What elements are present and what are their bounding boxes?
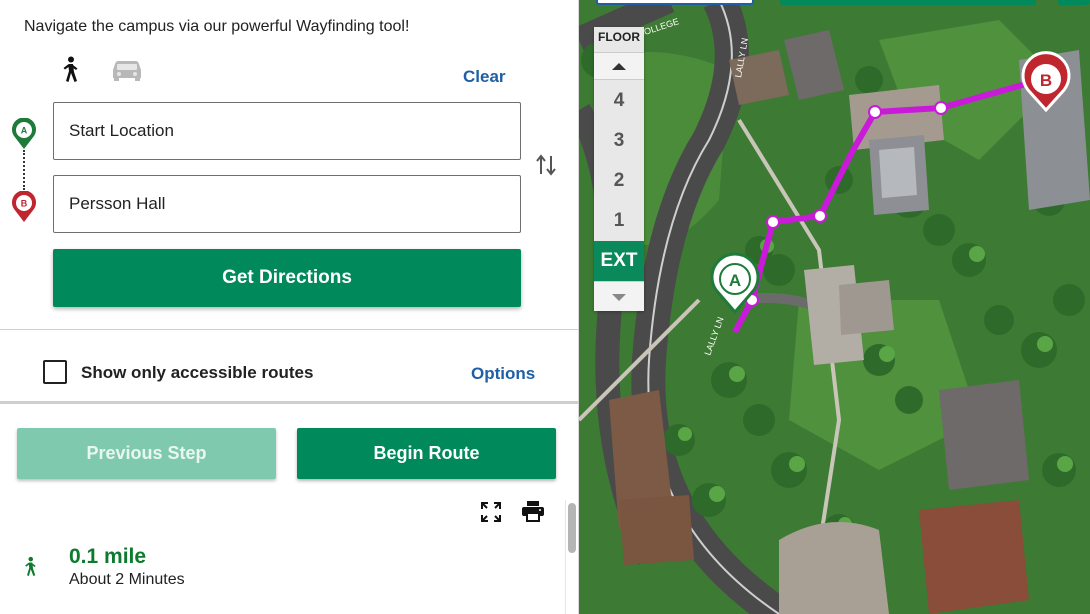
floor-up-button[interactable] bbox=[594, 52, 644, 80]
swap-direction-icon[interactable] bbox=[534, 154, 558, 176]
map-marker-a-label: A bbox=[729, 271, 741, 290]
fullscreen-icon[interactable] bbox=[480, 501, 502, 523]
floor-2[interactable]: 2 bbox=[594, 161, 644, 201]
accessible-routes-checkbox[interactable] bbox=[43, 360, 67, 384]
wayfinding-panel: Navigate the campus via our powerful Way… bbox=[0, 0, 579, 614]
print-icon[interactable] bbox=[521, 500, 545, 522]
clear-link[interactable]: Clear bbox=[463, 67, 506, 87]
start-location-input[interactable] bbox=[53, 102, 521, 160]
divider bbox=[0, 329, 579, 330]
route-duration: About 2 Minutes bbox=[69, 571, 185, 588]
map-toolbar-button[interactable] bbox=[780, 0, 1036, 5]
begin-route-button[interactable]: Begin Route bbox=[297, 428, 556, 479]
floor-down-button[interactable] bbox=[594, 281, 644, 311]
floor-ext[interactable]: EXT bbox=[594, 241, 644, 281]
walking-person-icon[interactable] bbox=[58, 56, 82, 84]
previous-step-button: Previous Step bbox=[17, 428, 276, 479]
walking-person-icon bbox=[25, 556, 36, 576]
floor-4[interactable]: 4 bbox=[594, 81, 644, 121]
chevron-down-icon bbox=[612, 294, 626, 301]
map-marker-b-label: B bbox=[1040, 71, 1052, 90]
start-marker-letter: A bbox=[21, 126, 28, 136]
route-connector bbox=[23, 150, 25, 190]
destination-input[interactable] bbox=[53, 175, 521, 233]
accessible-routes-label[interactable]: Show only accessible routes bbox=[81, 363, 313, 383]
divider bbox=[0, 401, 579, 404]
end-marker-letter: B bbox=[21, 199, 28, 209]
car-icon[interactable] bbox=[112, 58, 142, 82]
intro-text: Navigate the campus via our powerful Way… bbox=[24, 18, 410, 35]
floor-1[interactable]: 1 bbox=[594, 201, 644, 241]
floor-3[interactable]: 3 bbox=[594, 121, 644, 161]
end-marker-icon: B bbox=[12, 191, 36, 222]
options-link[interactable]: Options bbox=[471, 364, 535, 384]
get-directions-button[interactable]: Get Directions bbox=[53, 249, 521, 307]
floor-selector-label: FLOOR bbox=[598, 30, 640, 44]
campus-map[interactable]: LALLY LN LALLY LN COLLEGE A B bbox=[579, 0, 1090, 614]
map-search-box[interactable] bbox=[596, 0, 754, 5]
floor-selector: FLOOR 4 3 2 1 EXT bbox=[594, 27, 644, 311]
map-toolbar-button[interactable] bbox=[1058, 0, 1090, 5]
map-canvas[interactable]: LALLY LN LALLY LN COLLEGE A B bbox=[579, 0, 1090, 614]
chevron-up-icon bbox=[612, 63, 626, 70]
scrollbar-thumb[interactable] bbox=[568, 503, 576, 553]
route-distance: 0.1 mile bbox=[69, 545, 147, 568]
start-marker-icon: A bbox=[12, 118, 36, 149]
